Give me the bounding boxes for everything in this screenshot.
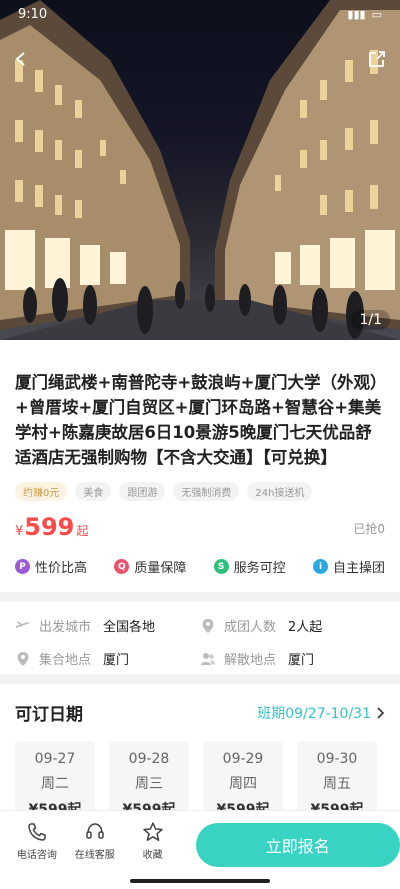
back-button[interactable] bbox=[6, 44, 36, 74]
tag-airport-transfer: 24h接送机 bbox=[247, 482, 313, 501]
date-day: 09-28 bbox=[128, 751, 170, 767]
group-label: 成团人数 bbox=[224, 620, 277, 635]
self-op-icon: i bbox=[312, 559, 328, 574]
date-day: 09-30 bbox=[316, 751, 358, 767]
location-pin-icon bbox=[200, 618, 216, 634]
chevron-left-icon bbox=[15, 52, 25, 66]
departure-label: 出发城市 bbox=[39, 620, 92, 635]
guarantee-self-op: i 自主操团 bbox=[312, 557, 385, 576]
guarantee-service: S 服务可控 bbox=[213, 557, 286, 576]
tag-food: 美食 bbox=[75, 482, 112, 501]
date-day: 09-29 bbox=[222, 751, 264, 767]
dates-header: 可订日期 班期09/27-10/31 bbox=[15, 700, 385, 725]
phone-label: 电话咨询 bbox=[16, 850, 57, 861]
status-icons: ▮▮▮ ▭ bbox=[347, 8, 382, 21]
tag-group-tour: 跟团游 bbox=[119, 482, 166, 501]
product-detail-page: 9:10 ▮▮▮ ▭ 1/1 厦门绳武楼+南普陀寺+鼓浪屿+厦门大学（外观）+曾… bbox=[0, 0, 400, 889]
chevron-right-icon bbox=[377, 706, 385, 719]
guarantee-label: 自主操团 bbox=[332, 561, 385, 576]
price-suffix: 起 bbox=[76, 524, 89, 538]
people-icon bbox=[200, 651, 216, 667]
dates-title: 可订日期 bbox=[15, 705, 83, 725]
dismiss-place: 解散地点 厦门 bbox=[200, 649, 385, 668]
status-time: 9:10 bbox=[18, 6, 48, 22]
service-label: 在线客服 bbox=[74, 850, 115, 861]
image-counter: 1/1 bbox=[351, 310, 390, 330]
main-content: 厦门绳武楼+南普陀寺+鼓浪屿+厦门大学（外观）+曾厝垵+厦门自贸区+厦门环岛路+… bbox=[0, 340, 400, 884]
tag-earn: 约赚0元 bbox=[15, 482, 68, 501]
guarantee-label: 质量保障 bbox=[134, 561, 187, 576]
dismiss-value: 厦门 bbox=[288, 653, 315, 668]
share-icon bbox=[369, 51, 385, 67]
signal-icon: ▮▮▮ bbox=[347, 7, 366, 21]
service-icon: S bbox=[213, 559, 229, 574]
group-size: 成团人数 2人起 bbox=[200, 616, 385, 635]
date-weekday: 周四 bbox=[229, 776, 257, 792]
status-bar: 9:10 ▮▮▮ ▭ bbox=[0, 0, 400, 28]
price: ¥ 599 起 bbox=[15, 513, 88, 541]
dates-range-text: 班期09/27-10/31 bbox=[257, 705, 371, 722]
guarantee-list: P 性价比高 Q 质量保障 S 服务可控 i 自主操团 bbox=[15, 557, 385, 582]
online-service-button[interactable]: 在线客服 bbox=[66, 821, 124, 861]
dismiss-label: 解散地点 bbox=[224, 653, 277, 668]
battery-icon: ▭ bbox=[371, 7, 382, 21]
street-night-photo bbox=[0, 0, 400, 340]
guarantee-label: 服务可控 bbox=[233, 561, 286, 576]
home-indicator bbox=[130, 879, 270, 883]
map-pin-icon bbox=[15, 651, 31, 667]
price-currency: ¥ bbox=[15, 524, 24, 539]
guarantee-label: 性价比高 bbox=[35, 561, 88, 576]
date-weekday: 周二 bbox=[41, 776, 69, 792]
bottom-action-bar: 电话咨询 在线客服 收藏 立即报名 bbox=[0, 810, 400, 889]
product-title: 厦门绳武楼+南普陀寺+鼓浪屿+厦门大学（外观）+曾厝垵+厦门自贸区+厦门环岛路+… bbox=[15, 373, 382, 467]
value-icon: P bbox=[15, 559, 30, 574]
favorite-label: 收藏 bbox=[142, 850, 163, 861]
assembly-place: 集合地点 厦门 bbox=[15, 649, 200, 668]
phone-consult-button[interactable]: 电话咨询 bbox=[8, 821, 66, 861]
trip-info: 出发城市 全国各地 成团人数 2人起 集合地点 厦门 解散地点 厦门 bbox=[0, 602, 400, 674]
product-card: 厦门绳武楼+南普陀寺+鼓浪屿+厦门大学（外观）+曾厝垵+厦门自贸区+厦门环岛路+… bbox=[0, 340, 400, 592]
hero-image[interactable]: 9:10 ▮▮▮ ▭ 1/1 bbox=[0, 0, 400, 340]
guarantee-value: P 性价比高 bbox=[15, 557, 87, 576]
assembly-label: 集合地点 bbox=[39, 653, 92, 668]
guarantee-quality: Q 质量保障 bbox=[114, 557, 186, 576]
sold-count: 已抢0 bbox=[353, 522, 385, 536]
group-value: 2人起 bbox=[288, 620, 323, 635]
dates-range-link[interactable]: 班期09/27-10/31 bbox=[257, 703, 385, 723]
departure-value: 全国各地 bbox=[103, 620, 156, 635]
share-button[interactable] bbox=[362, 44, 392, 74]
tag-no-forced-spend: 无强制消费 bbox=[173, 482, 240, 501]
date-day: 09-27 bbox=[34, 751, 76, 767]
departure-city: 出发城市 全国各地 bbox=[15, 616, 200, 635]
headset-icon bbox=[86, 823, 104, 839]
tag-list: 约赚0元 美食 跟团游 无强制消费 24h接送机 bbox=[15, 482, 385, 501]
phone-icon bbox=[28, 823, 46, 841]
date-weekday: 周五 bbox=[323, 776, 351, 792]
price-value: 599 bbox=[24, 513, 75, 541]
favorite-button[interactable]: 收藏 bbox=[124, 821, 182, 861]
quality-icon: Q bbox=[114, 559, 130, 574]
assembly-value: 厦门 bbox=[103, 653, 130, 668]
date-weekday: 周三 bbox=[135, 776, 163, 792]
price-row: ¥ 599 起 已抢0 bbox=[15, 513, 385, 541]
book-now-button[interactable]: 立即报名 bbox=[195, 823, 400, 867]
plane-icon bbox=[15, 618, 31, 634]
star-icon bbox=[142, 822, 163, 841]
